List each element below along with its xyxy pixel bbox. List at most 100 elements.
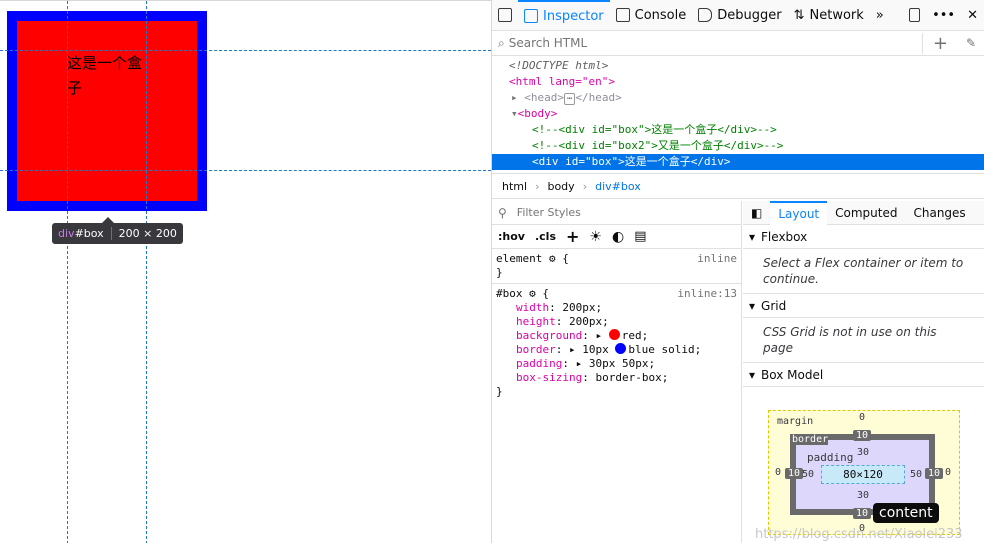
tab-label: Inspector bbox=[543, 8, 604, 24]
breadcrumb: html › body › div#box bbox=[492, 174, 984, 199]
responsive-design-button[interactable] bbox=[903, 0, 926, 31]
bm-value[interactable]: 0 bbox=[945, 467, 951, 478]
tab-label: Console bbox=[634, 7, 687, 23]
tab-debugger[interactable]: Debugger bbox=[692, 0, 787, 31]
guide-line bbox=[0, 50, 491, 51]
tab-label: Network bbox=[809, 7, 864, 23]
close-devtools-button[interactable]: ✕ bbox=[961, 0, 984, 31]
bm-value[interactable]: 10 bbox=[925, 468, 944, 479]
bm-margin-label: margin bbox=[777, 416, 814, 427]
boxmodel-section-header[interactable]: ▾ Box Model bbox=[743, 363, 984, 387]
tab-label: Debugger bbox=[717, 7, 782, 23]
eyedropper-button[interactable]: ✎ bbox=[958, 36, 984, 50]
declaration[interactable]: height: 200px; bbox=[496, 315, 737, 329]
filter-bar: ⚲ bbox=[492, 201, 741, 225]
bm-value[interactable]: 50 bbox=[910, 469, 922, 480]
bm-value[interactable]: 30 bbox=[857, 447, 869, 458]
pick-element-button[interactable] bbox=[492, 0, 518, 31]
bm-padding-label: padding bbox=[807, 451, 854, 464]
rule-source[interactable]: inline bbox=[697, 252, 737, 266]
console-icon bbox=[615, 8, 630, 22]
demo-box[interactable]: 这是一个盒子 bbox=[7, 11, 207, 211]
menu-button[interactable]: ••• bbox=[926, 0, 961, 31]
page-viewport: 这是一个盒子 div #box 200 × 200 bbox=[0, 0, 491, 543]
breadcrumb-item[interactable]: html bbox=[502, 180, 527, 193]
box-rule: #box ⚙ {inline:13 width: 200px; height: … bbox=[496, 287, 737, 398]
tree-node[interactable]: <!--<div id="box">这是一个盒子</div>--> bbox=[492, 122, 984, 138]
devtools-panel: Inspector Console Debugger ⇅ Network » ••… bbox=[491, 0, 984, 543]
declaration[interactable]: box-sizing: border-box; bbox=[496, 371, 737, 385]
watermark: https://blog.csdn.net/Xiaolei233 bbox=[755, 527, 963, 542]
inspector-icon bbox=[524, 9, 538, 23]
flexbox-section-header[interactable]: ▾ Flexbox bbox=[743, 225, 984, 249]
search-icon: ⌕ bbox=[498, 35, 505, 50]
tree-node-selected[interactable]: <div id="box">这是一个盒子</div> bbox=[492, 154, 984, 170]
print-icon[interactable]: ▤ bbox=[634, 229, 646, 244]
rules-pane: ⚲ :hov .cls + ☀ ◐ ▤ element ⚙ {inline } … bbox=[492, 201, 742, 543]
add-node-button[interactable]: + bbox=[921, 32, 958, 54]
layout-sidebar: ◧ Layout Computed Changes ▾ Flexbox Selec… bbox=[743, 200, 984, 543]
tree-node[interactable]: ▾<body> bbox=[492, 106, 984, 122]
bm-value[interactable]: 10 bbox=[785, 468, 804, 479]
infobar-dims: 200 × 200 bbox=[118, 227, 177, 240]
grid-note: CSS Grid is not in use on this page bbox=[743, 318, 984, 363]
tab-computed[interactable]: Computed bbox=[827, 201, 905, 225]
cls-toggle[interactable]: .cls bbox=[535, 230, 556, 243]
bm-value[interactable]: 0 bbox=[775, 467, 781, 478]
chevron-down-icon: ▾ bbox=[749, 229, 756, 244]
tree-node[interactable]: ▸ <head> ⋯ </head> bbox=[492, 90, 984, 106]
markup-tree: <!DOCTYPE html> <html lang="en"> ▸ <head… bbox=[492, 56, 984, 174]
filter-styles-input[interactable] bbox=[516, 206, 717, 219]
tab-changes[interactable]: Changes bbox=[905, 201, 973, 225]
bm-value[interactable]: 10 bbox=[853, 508, 872, 519]
chevrons-right-icon: » bbox=[875, 7, 884, 23]
devtools-toolbar: Inspector Console Debugger ⇅ Network » ••… bbox=[492, 0, 984, 31]
breadcrumb-item[interactable]: body bbox=[547, 180, 574, 193]
network-icon: ⇅ bbox=[793, 7, 805, 23]
tree-node[interactable]: <html lang="en"> bbox=[492, 74, 984, 90]
add-rule-button[interactable]: + bbox=[566, 227, 579, 246]
tab-layout[interactable]: Layout bbox=[770, 200, 828, 225]
search-row: ⌕ + ✎ bbox=[492, 31, 984, 56]
tab-inspector[interactable]: Inspector bbox=[518, 0, 610, 31]
box-text: 这是一个盒子 bbox=[67, 54, 143, 97]
guide-line bbox=[0, 170, 491, 171]
box-model-diagram: margin 0 0 0 0 border 10 10 10 10 paddin… bbox=[743, 387, 984, 542]
bm-value[interactable]: 50 bbox=[802, 469, 814, 480]
rule-source[interactable]: inline:13 bbox=[677, 287, 737, 301]
filter-icon: ⚲ bbox=[498, 205, 507, 220]
rules-toolbar: :hov .cls + ☀ ◐ ▤ bbox=[492, 225, 741, 249]
tree-node[interactable]: <!DOCTYPE html> bbox=[492, 58, 984, 74]
color-swatch[interactable] bbox=[608, 329, 620, 340]
more-icon: ••• bbox=[932, 7, 956, 23]
bm-value[interactable]: 30 bbox=[857, 490, 869, 501]
color-swatch[interactable] bbox=[615, 343, 627, 354]
infobar-id: #box bbox=[74, 227, 104, 240]
tree-node[interactable]: <!--<div id="box2">又是一个盒子</div>--> bbox=[492, 138, 984, 154]
search-input[interactable] bbox=[508, 36, 889, 50]
pick-element-icon bbox=[498, 8, 512, 22]
tab-console[interactable]: Console bbox=[610, 0, 693, 31]
highlighter-infobar: div #box 200 × 200 bbox=[52, 217, 183, 244]
bm-border-label: border bbox=[792, 434, 829, 445]
declaration[interactable]: background: ▸ red; bbox=[496, 329, 737, 343]
infobar-tag: div bbox=[58, 227, 75, 240]
grid-section-header[interactable]: ▾ Grid bbox=[743, 294, 984, 318]
declaration[interactable]: width: 200px; bbox=[496, 301, 737, 315]
declaration[interactable]: padding: ▸ 30px 50px; bbox=[496, 357, 737, 371]
tab-network[interactable]: ⇅ Network bbox=[788, 0, 870, 31]
debugger-icon bbox=[698, 8, 713, 22]
chevron-down-icon: ▾ bbox=[749, 367, 756, 382]
declaration[interactable]: border: ▸ 10px blue solid; bbox=[496, 343, 737, 357]
breadcrumb-item[interactable]: div#box bbox=[595, 180, 641, 193]
bm-content[interactable]: 80×120 bbox=[821, 465, 905, 484]
bm-value[interactable]: 10 bbox=[853, 430, 872, 441]
dark-mode-icon[interactable]: ◐ bbox=[612, 229, 624, 245]
light-mode-icon[interactable]: ☀ bbox=[589, 229, 602, 245]
hov-toggle[interactable]: :hov bbox=[498, 230, 525, 243]
more-tabs-button[interactable]: » bbox=[870, 0, 890, 31]
tooltip: content bbox=[873, 503, 939, 523]
toggle-sidebar-button[interactable]: ◧ bbox=[743, 201, 770, 225]
chevron-down-icon: ▾ bbox=[749, 298, 756, 313]
bm-value[interactable]: 0 bbox=[859, 412, 865, 423]
